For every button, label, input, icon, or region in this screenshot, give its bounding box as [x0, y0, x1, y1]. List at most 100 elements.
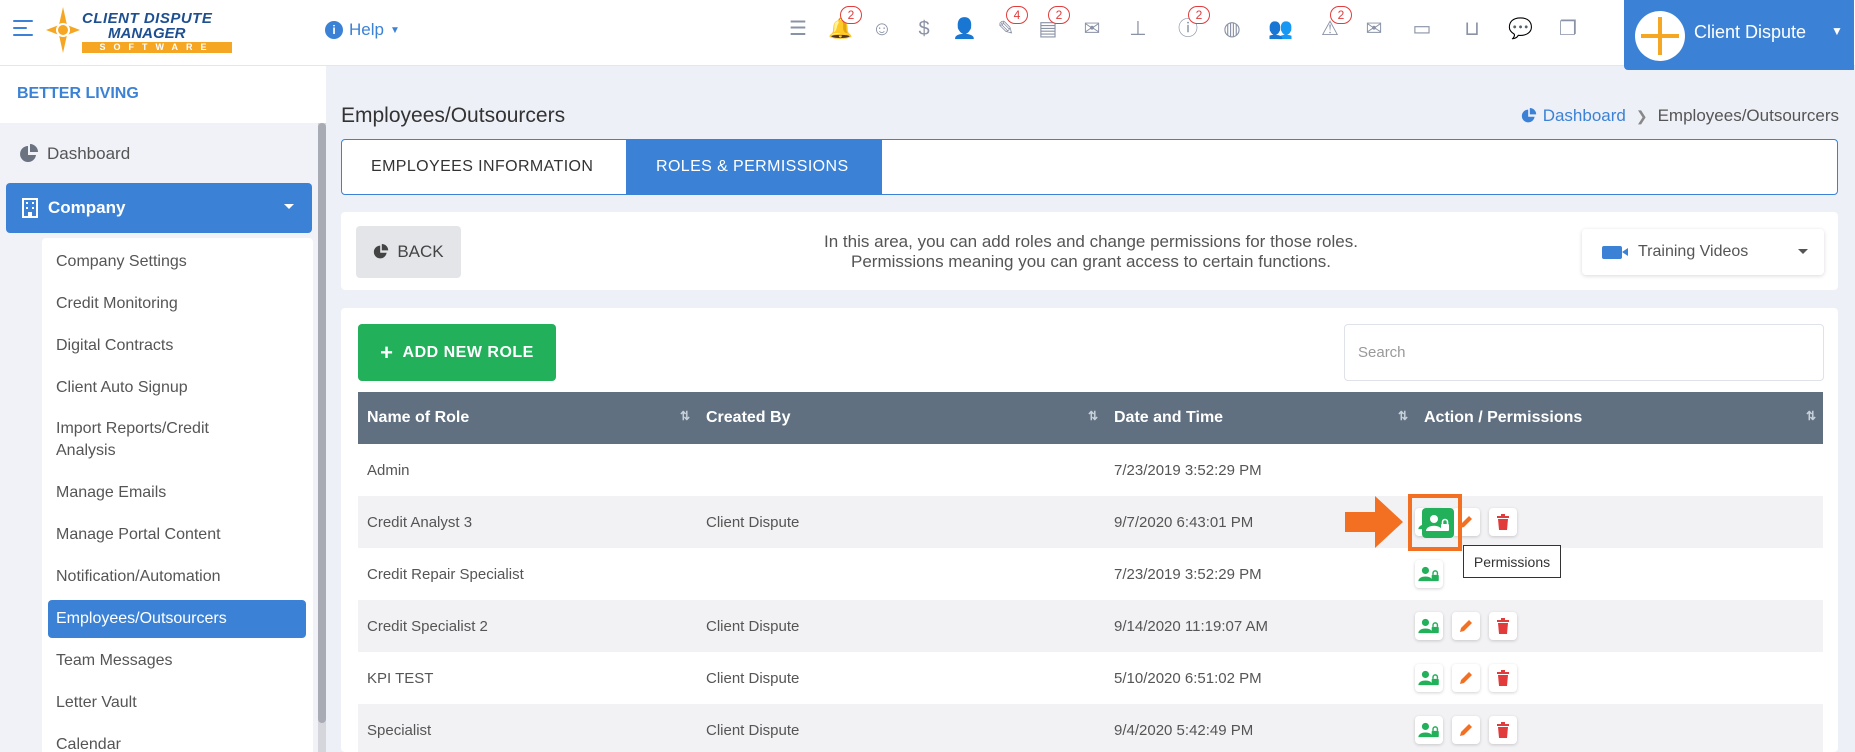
permissions-button[interactable] [1415, 664, 1443, 692]
dollar-icon[interactable]: $ [912, 17, 936, 41]
submenu-item-manage-emails[interactable]: Manage Emails [56, 482, 296, 504]
caret-down-icon: ▼ [389, 24, 400, 36]
notification-badge: 2 [1330, 6, 1352, 24]
inbox-icon[interactable]: ⊔ [1460, 17, 1484, 41]
app-logo[interactable]: CLIENT DISPUTE MANAGER SOFTWARE [46, 7, 232, 53]
info-icon[interactable]: ⓘ 2 [1176, 6, 1210, 41]
checklist-icon[interactable]: ☰ [786, 17, 810, 41]
role-name-cell: Credit Repair Specialist [367, 565, 524, 583]
column-header-name[interactable]: Name of Role ⇅ [358, 392, 697, 444]
sidebar-item-label: Dashboard [47, 144, 131, 163]
menu-toggle-icon[interactable] [13, 20, 33, 38]
warning-icon[interactable]: ⚠ 2 [1318, 6, 1352, 41]
column-label: Name of Role [367, 409, 470, 426]
table-row: Specialist Client Dispute 9/4/2020 5:42:49… [358, 704, 1823, 752]
delete-button[interactable] [1489, 716, 1517, 744]
submenu-item-team-messages[interactable]: Team Messages [56, 650, 296, 672]
actions-cell [1415, 600, 1823, 652]
pencil-icon [1460, 620, 1472, 632]
training-videos-label: Training Videos [1638, 243, 1749, 260]
sidebar-scroll-thumb[interactable] [318, 123, 326, 723]
delete-button[interactable] [1489, 664, 1517, 692]
edit-button[interactable] [1452, 612, 1480, 640]
search-input[interactable] [1344, 324, 1824, 381]
column-header-date[interactable]: Date and Time ⇅ [1105, 392, 1415, 444]
submenu-item-manage-portal-content[interactable]: Manage Portal Content [56, 524, 296, 546]
back-label: BACK [397, 242, 444, 261]
copy-icon[interactable]: ❐ [1556, 17, 1580, 41]
user-lock-icon [1418, 722, 1439, 738]
chat-icon[interactable]: 💬 [1508, 17, 1533, 41]
mail-stack-icon[interactable]: ✉ [1362, 17, 1386, 41]
training-videos-dropdown[interactable]: Training Videos [1582, 229, 1824, 275]
top-bar: CLIENT DISPUTE MANAGER SOFTWARE i Help ▼… [0, 0, 1855, 70]
sidebar-org-name: BETTER LIVING [0, 66, 326, 123]
edit-button[interactable] [1452, 664, 1480, 692]
user-tie-icon[interactable]: 👤 [952, 17, 977, 41]
support-agent-icon[interactable]: ☺ [870, 17, 894, 41]
submenu-item-client-auto-signup[interactable]: Client Auto Signup [56, 377, 296, 399]
info-circle-icon: i [325, 21, 343, 39]
user-menu[interactable]: Client Dispute ▼ [1624, 0, 1854, 70]
document-icon[interactable]: ▤ 2 [1036, 6, 1070, 41]
breadcrumb-home[interactable]: Dashboard [1521, 106, 1626, 126]
submenu-item-employees-outsourcers[interactable]: Employees/Outsourcers [48, 600, 306, 638]
submenu-item-digital-contracts[interactable]: Digital Contracts [56, 335, 296, 357]
tab-employees-information[interactable]: EMPLOYEES INFORMATION [342, 140, 627, 194]
add-new-role-button[interactable]: + ADD NEW ROLE [358, 324, 556, 381]
column-header-actions[interactable]: Action / Permissions ⇅ [1415, 392, 1823, 444]
bell-icon[interactable]: 🔔 2 [828, 6, 862, 41]
tab-roles-permissions[interactable]: ROLES & PERMISSIONS [627, 140, 882, 194]
back-button[interactable]: BACK [356, 226, 461, 278]
date-cell: 5/10/2020 6:51:02 PM [1114, 669, 1262, 687]
plus-icon: + [380, 339, 394, 365]
sort-icon: ⇅ [1397, 409, 1408, 423]
roles-table-panel: + ADD NEW ROLE Name of Role ⇅ Created By ⇅… [341, 308, 1838, 752]
role-name-cell: KPI TEST [367, 669, 434, 687]
trash-icon [1497, 514, 1509, 530]
role-name-cell: Credit Specialist 2 [367, 617, 488, 635]
delete-button[interactable] [1489, 612, 1517, 640]
actions-cell [1415, 704, 1823, 752]
submenu-item-notification-automation[interactable]: Notification/Automation [56, 566, 296, 588]
users-icon[interactable]: 👥 [1268, 17, 1293, 41]
table-row: KPI TEST Client Dispute 5/10/2020 6:51:02 … [358, 652, 1823, 704]
permissions-button-highlighted[interactable] [1422, 508, 1454, 538]
actions-cell [1415, 444, 1823, 496]
sidebar-item-dashboard[interactable]: Dashboard [19, 144, 130, 164]
info-line-2: Permissions meaning you can grant access… [850, 252, 1332, 271]
date-cell: 7/23/2019 3:52:29 PM [1114, 565, 1262, 583]
created-by-cell: Client Dispute [706, 513, 800, 531]
envelope-icon[interactable]: ✉ [1080, 17, 1104, 41]
permissions-button[interactable] [1415, 716, 1443, 744]
table-row: Credit Repair Specialist 7/23/2019 3:52:2… [358, 548, 1823, 600]
column-header-created-by[interactable]: Created By ⇅ [697, 392, 1105, 444]
logo-star-icon [46, 7, 80, 53]
building-icon [22, 198, 38, 218]
submenu-item-letter-vault[interactable]: Letter Vault [56, 692, 296, 714]
video-camera-icon [1602, 245, 1628, 259]
breadcrumb: Dashboard ❯ Employees/Outsourcers [1521, 106, 1839, 126]
money-icon[interactable]: ▭ [1410, 17, 1434, 41]
submenu-item-import-reports[interactable]: Import Reports/Credit Analysis [56, 418, 256, 462]
sitemap-icon[interactable]: ⊥ [1126, 17, 1150, 41]
delete-button[interactable] [1489, 508, 1517, 536]
submenu-item-calendar[interactable]: Calendar [56, 734, 296, 752]
sidebar-item-company[interactable]: Company [6, 183, 312, 233]
submenu-item-company-settings[interactable]: Company Settings [56, 251, 296, 273]
pen-icon[interactable]: ✎ 4 [994, 6, 1028, 41]
globe-icon[interactable]: ◍ [1220, 17, 1244, 41]
trash-icon [1497, 722, 1509, 738]
role-name-cell: Specialist [367, 721, 432, 739]
tab-bar: EMPLOYEES INFORMATION ROLES & PERMISSION… [341, 139, 1838, 195]
pie-chart-icon [374, 244, 389, 259]
submenu-item-credit-monitoring[interactable]: Credit Monitoring [56, 293, 296, 315]
chevron-right-icon: ❯ [1635, 107, 1648, 124]
date-cell: 9/4/2020 5:42:49 PM [1114, 721, 1254, 739]
edit-button[interactable] [1452, 716, 1480, 744]
permissions-button[interactable] [1415, 560, 1443, 588]
permissions-tooltip: Permissions [1463, 545, 1561, 578]
user-lock-icon [1418, 566, 1439, 582]
help-menu[interactable]: i Help ▼ [325, 20, 400, 40]
permissions-button[interactable] [1415, 612, 1443, 640]
